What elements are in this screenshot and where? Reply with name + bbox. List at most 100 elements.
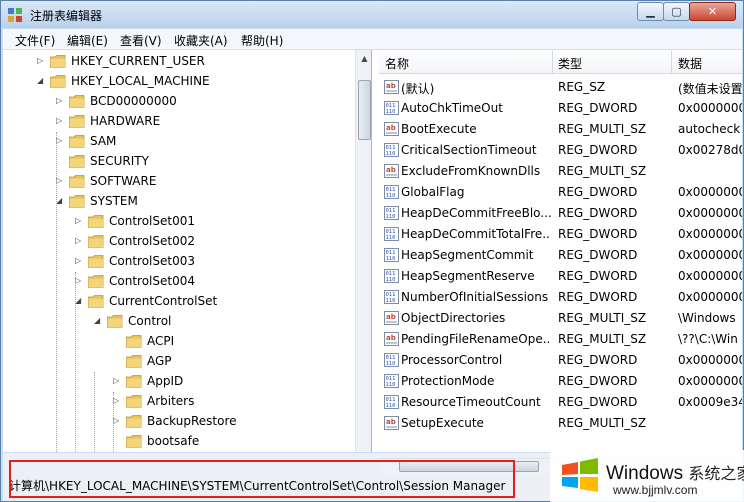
svg-text:110: 110 <box>386 109 396 115</box>
menu-help[interactable]: 帮助(H) <box>241 32 283 49</box>
list-row[interactable]: ab ExcludeFromKnownDlls REG_MULTI_SZ <box>379 161 742 182</box>
cell-name: CriticalSectionTimeout <box>401 143 537 157</box>
collapsed-arrow-icon[interactable]: ▷ <box>56 176 66 186</box>
expanded-arrow-icon[interactable]: ◢ <box>94 316 104 326</box>
folder-icon <box>88 295 104 308</box>
column-separator[interactable] <box>552 50 553 74</box>
column-header-name[interactable]: 名称 <box>385 55 409 72</box>
tree-node[interactable]: ▷ HARDWARE <box>3 112 353 132</box>
cell-data: 0x00000000 <box>678 269 742 283</box>
list-row[interactable]: 011110ProtectionMode REG_DWORD 0x00000000 <box>379 371 742 392</box>
folder-icon <box>69 155 85 168</box>
expanded-arrow-icon[interactable]: ◢ <box>37 76 47 86</box>
svg-text:110: 110 <box>386 382 396 388</box>
cell-data: 0x00000000 <box>678 206 742 220</box>
folder-icon <box>88 215 104 228</box>
list-row[interactable]: ab SetupExecute REG_MULTI_SZ <box>379 413 742 434</box>
folder-icon <box>69 95 85 108</box>
list-row[interactable]: 011110AutoChkTimeOut REG_DWORD 0x00000000 <box>379 98 742 119</box>
list-row[interactable]: ab ObjectDirectories REG_MULTI_SZ \Windows <box>379 308 742 329</box>
cell-data: 0x00000000 <box>678 185 742 199</box>
cell-data: 0x00000000 <box>678 248 742 262</box>
list-row[interactable]: 011 110 HeapDeCommitFreeBlo... REG_DWORD 0x0… <box>379 203 742 224</box>
collapsed-arrow-icon[interactable]: ▷ <box>75 276 85 286</box>
tree-node[interactable]: ▷ BCD00000000 <box>3 92 353 112</box>
collapsed-arrow-icon[interactable]: ▷ <box>75 216 85 226</box>
svg-text:ab: ab <box>386 82 396 90</box>
collapsed-arrow-icon <box>113 436 123 446</box>
tree-node-label: SAM <box>90 134 117 148</box>
tree-connector-line <box>113 392 114 452</box>
folder-icon <box>69 195 85 208</box>
collapsed-arrow-icon[interactable]: ▷ <box>37 56 47 66</box>
cell-name: NumberOfInitialSessions <box>401 290 549 304</box>
tree-connector-line <box>94 372 95 452</box>
column-header-type[interactable]: 类型 <box>558 55 582 72</box>
list-row[interactable]: 011110ProcessorControl REG_DWORD 0x0000000… <box>379 350 742 371</box>
list-row[interactable]: 011 110 HeapSegmentCommit REG_DWORD 0x000000… <box>379 245 742 266</box>
collapsed-arrow-icon[interactable]: ▷ <box>113 376 123 386</box>
cell-type: REG_MULTI_SZ <box>558 164 647 178</box>
tree-node[interactable]: ◢ HKEY_LOCAL_MACHINE <box>3 72 353 92</box>
tree-node-label: ControlSet001 <box>109 214 195 228</box>
tree-vertical-scrollbar[interactable]: ▲ <box>355 50 371 452</box>
cell-name: HeapSegmentCommit <box>401 248 534 262</box>
cell-data: \??\C:\Win <box>678 332 738 346</box>
list-row[interactable]: 011110GlobalFlag REG_DWORD 0x00000000 <box>379 182 742 203</box>
minimize-button[interactable]: ▁ <box>637 2 664 21</box>
folder-icon <box>126 435 142 448</box>
collapsed-arrow-icon[interactable]: ▷ <box>75 236 85 246</box>
cell-name: HeapSegmentReserve <box>401 269 535 283</box>
column-header-data[interactable]: 数据 <box>678 55 702 72</box>
cell-type: REG_MULTI_SZ <box>558 416 647 430</box>
tree-node[interactable]: ▷ HKEY_CURRENT_USER <box>3 52 353 72</box>
windows-logo-icon <box>562 458 598 492</box>
maximize-button[interactable]: ▢ <box>663 2 690 21</box>
svg-text:110: 110 <box>386 235 396 241</box>
binary-value-icon: 011110 <box>384 101 399 115</box>
list-row[interactable]: 011 110 NumberOfInitialSessions REG_DWORD 0x… <box>379 287 742 308</box>
menu-edit[interactable]: 编辑(E) <box>67 32 108 49</box>
cell-name: PendingFileRenameOpe... <box>401 332 551 346</box>
list-row[interactable]: 011 110 HeapDeCommitTotalFre... REG_DWORD 0x… <box>379 224 742 245</box>
expanded-arrow-icon[interactable]: ◢ <box>56 196 66 206</box>
expanded-arrow-icon[interactable]: ◢ <box>75 296 85 306</box>
folder-icon <box>126 375 142 388</box>
folder-icon <box>69 175 85 188</box>
cell-data: 0x00000000 <box>678 353 742 367</box>
tree-scroll-thumb[interactable] <box>358 80 371 140</box>
cell-data: 0x0009e34 <box>678 395 742 409</box>
collapsed-arrow-icon <box>113 336 123 346</box>
collapsed-arrow-icon[interactable]: ▷ <box>56 96 66 106</box>
folder-icon <box>126 335 142 348</box>
tree-node-label: HKEY_LOCAL_MACHINE <box>71 74 210 88</box>
collapsed-arrow-icon[interactable]: ▷ <box>56 116 66 126</box>
collapsed-arrow-icon[interactable]: ▷ <box>113 416 123 426</box>
string-value-icon: ab <box>384 122 399 136</box>
close-button[interactable]: ✕ <box>689 2 736 21</box>
scroll-up-icon[interactable]: ▲ <box>357 51 371 66</box>
tree-node-label: AGP <box>147 354 172 368</box>
tree-connector-line <box>56 132 57 452</box>
list-row[interactable]: ab (默认) REG_SZ (数值未设置) <box>379 77 742 98</box>
collapsed-arrow-icon <box>56 156 66 166</box>
menu-file[interactable]: 文件(F) <box>15 32 55 49</box>
title-bar: 注册表编辑器 ▁ ▢ ✕ <box>1 1 743 28</box>
collapsed-arrow-icon[interactable]: ▷ <box>56 136 66 146</box>
cell-type: REG_DWORD <box>558 143 638 157</box>
binary-value-icon: 011110 <box>384 353 399 367</box>
list-row[interactable]: ab BootExecute REG_MULTI_SZ autocheck <box>379 119 742 140</box>
folder-icon <box>126 395 142 408</box>
list-row[interactable]: 011 110 CriticalSectionTimeout REG_DWORD 0x0… <box>379 140 742 161</box>
list-row[interactable]: 011 110 HeapSegmentReserve REG_DWORD 0x00000… <box>379 266 742 287</box>
list-row[interactable]: ab PendingFileRenameOpe... REG_MULTI_SZ \??… <box>379 329 742 350</box>
folder-icon <box>88 235 104 248</box>
cell-data: 0x00000000 <box>678 227 742 241</box>
menu-view[interactable]: 查看(V) <box>120 32 162 49</box>
collapsed-arrow-icon[interactable]: ▷ <box>75 256 85 266</box>
column-separator[interactable] <box>671 50 672 74</box>
list-row[interactable]: 011 110 ResourceTimeoutCount REG_DWORD 0x000… <box>379 392 742 413</box>
collapsed-arrow-icon[interactable]: ▷ <box>113 396 123 406</box>
cell-type: REG_DWORD <box>558 206 638 220</box>
menu-favorites[interactable]: 收藏夹(A) <box>174 32 228 49</box>
